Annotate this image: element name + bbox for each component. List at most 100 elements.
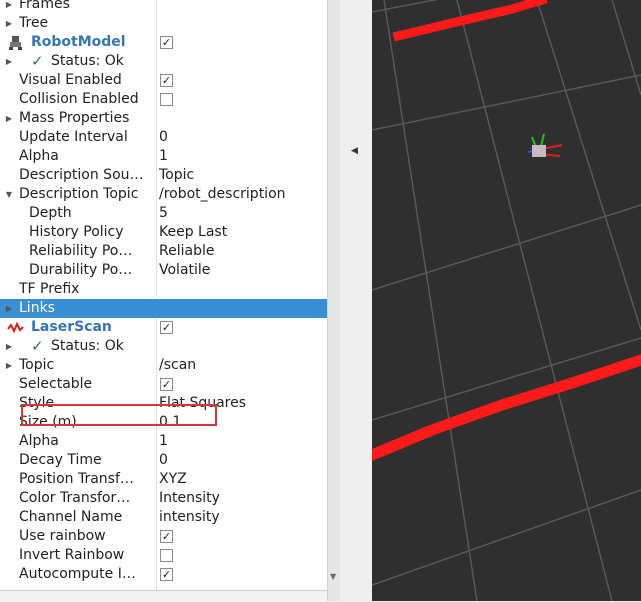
property-name: Status: Ok bbox=[51, 338, 124, 354]
property-row[interactable]: ▶ Topic/scan bbox=[0, 356, 327, 375]
property-name: Visual Enabled bbox=[19, 72, 122, 88]
expand-right-arrow-icon[interactable]: ▶ bbox=[4, 299, 14, 318]
property-name: Color Transfor… bbox=[19, 490, 131, 506]
property-name: Frames bbox=[19, 0, 70, 12]
property-row[interactable]: Channel Name intensity bbox=[0, 508, 327, 527]
panel-bottom-bar bbox=[0, 590, 327, 602]
property-row[interactable]: Alpha 1 bbox=[0, 432, 327, 451]
property-value[interactable]: 5 bbox=[159, 204, 319, 223]
grid-line bbox=[372, 489, 641, 586]
checkbox-unchecked[interactable] bbox=[160, 93, 173, 106]
property-row[interactable]: Color Transfor… Intensity bbox=[0, 489, 327, 508]
tree-item-frames[interactable]: ▶ Frames bbox=[0, 0, 327, 14]
grid-line bbox=[372, 204, 641, 291]
property-name: Autocompute I… bbox=[19, 566, 136, 582]
grid-line bbox=[456, 0, 613, 601]
property-name: LaserScan bbox=[31, 319, 112, 335]
grid-line bbox=[372, 74, 641, 131]
property-row[interactable]: Update Interval 0 bbox=[0, 128, 327, 147]
property-value[interactable]: Topic bbox=[159, 166, 319, 185]
property-row[interactable]: Use rainbow ✓ bbox=[0, 527, 327, 546]
property-row[interactable]: Durability Po… Volatile bbox=[0, 261, 327, 280]
panel-splitter[interactable]: ◀ bbox=[340, 0, 372, 601]
property-name: Links bbox=[19, 300, 55, 316]
checkbox-checked[interactable]: ✓ bbox=[160, 36, 173, 49]
property-name: Tree bbox=[19, 15, 49, 31]
3d-viewport[interactable] bbox=[372, 0, 641, 601]
grid-line bbox=[536, 0, 641, 331]
property-name: Topic bbox=[19, 357, 55, 373]
collapse-left-arrow-icon[interactable]: ◀ bbox=[351, 146, 358, 156]
property-value[interactable]: 1 bbox=[159, 147, 319, 166]
property-row[interactable]: History Policy Keep Last bbox=[0, 223, 327, 242]
property-row[interactable]: ▶ Mass Properties bbox=[0, 109, 327, 128]
checkmark-icon: ✓ bbox=[31, 337, 44, 355]
property-value[interactable]: intensity bbox=[159, 508, 319, 527]
tree-item-tree[interactable]: ▶ Tree bbox=[0, 14, 327, 33]
property-value[interactable]: 0 bbox=[159, 451, 319, 470]
property-value[interactable]: Volatile bbox=[159, 261, 319, 280]
property-row[interactable]: Reliability Po… Reliable bbox=[0, 242, 327, 261]
laser-wave-icon bbox=[7, 318, 25, 337]
expand-right-arrow-icon[interactable]: ▶ bbox=[4, 52, 14, 71]
property-value[interactable]: 1 bbox=[159, 432, 319, 451]
status-row[interactable]: ▶ ✓ Status: Ok bbox=[0, 52, 327, 71]
property-name: Description Topic bbox=[19, 186, 139, 202]
property-name: Position Transf… bbox=[19, 471, 134, 487]
checkbox-checked[interactable]: ✓ bbox=[160, 321, 173, 334]
property-row[interactable]: Visual Enabled ✓ bbox=[0, 71, 327, 90]
property-name: TF Prefix bbox=[19, 281, 80, 297]
expand-right-arrow-icon[interactable]: ▶ bbox=[4, 14, 14, 33]
displays-property-tree: ▶ Frames ▶ Tree RobotModel ✓ ▶ ✓ Status: Ok Visua… bbox=[0, 0, 327, 601]
property-value[interactable]: /robot_description bbox=[159, 185, 319, 204]
property-value[interactable]: XYZ bbox=[159, 470, 319, 489]
property-row[interactable]: Collision Enabled bbox=[0, 90, 327, 109]
checkmark-icon: ✓ bbox=[31, 52, 44, 70]
property-value[interactable]: /scan bbox=[159, 356, 319, 375]
property-row[interactable]: Depth 5 bbox=[0, 204, 327, 223]
viewport-scene bbox=[372, 0, 641, 601]
property-row[interactable]: Description Sou… Topic bbox=[0, 166, 327, 185]
property-name: Alpha bbox=[19, 433, 59, 449]
property-value[interactable]: Keep Last bbox=[159, 223, 319, 242]
property-row[interactable]: Position Transf… XYZ bbox=[0, 470, 327, 489]
display-robot-model[interactable]: RobotModel ✓ bbox=[0, 33, 327, 52]
property-row[interactable]: TF Prefix bbox=[0, 280, 327, 299]
property-name: Alpha bbox=[19, 148, 59, 164]
grid bbox=[372, 0, 641, 601]
property-row[interactable]: ▼ Description Topic/robot_description bbox=[0, 185, 327, 204]
property-name: Collision Enabled bbox=[19, 91, 139, 107]
display-laser-scan[interactable]: LaserScan ✓ bbox=[0, 318, 327, 337]
property-row[interactable]: Invert Rainbow bbox=[0, 546, 327, 565]
property-name: History Policy bbox=[29, 224, 124, 240]
property-value[interactable]: 0 bbox=[159, 128, 319, 147]
property-value[interactable]: Intensity bbox=[159, 489, 319, 508]
property-name: Channel Name bbox=[19, 509, 123, 525]
scroll-down-arrow-icon[interactable]: ▼ bbox=[330, 572, 336, 581]
checkbox-checked[interactable]: ✓ bbox=[160, 530, 173, 543]
expand-right-arrow-icon[interactable]: ▶ bbox=[4, 0, 14, 14]
property-name: Status: Ok bbox=[51, 53, 124, 69]
property-row[interactable]: Alpha 1 bbox=[0, 147, 327, 166]
property-name: Update Interval bbox=[19, 129, 128, 145]
laser-scan-points bbox=[372, 0, 641, 461]
expand-right-arrow-icon[interactable]: ▶ bbox=[4, 337, 14, 356]
vertical-scrollbar[interactable]: ▼ bbox=[327, 0, 340, 601]
status-row[interactable]: ▶ ✓ Status: Ok bbox=[0, 337, 327, 356]
checkbox-checked[interactable]: ✓ bbox=[160, 568, 173, 581]
expand-down-arrow-icon[interactable]: ▼ bbox=[4, 185, 14, 204]
checkbox-unchecked[interactable] bbox=[160, 549, 173, 562]
property-row[interactable]: Decay Time 0 bbox=[0, 451, 327, 470]
property-name: Durability Po… bbox=[29, 262, 133, 278]
property-name: Reliability Po… bbox=[29, 243, 133, 259]
property-row[interactable]: Autocompute I… ✓ bbox=[0, 565, 327, 584]
property-value[interactable]: Reliable bbox=[159, 242, 319, 261]
expand-right-arrow-icon[interactable]: ▶ bbox=[4, 109, 14, 128]
property-row[interactable]: ▶ Links bbox=[0, 299, 327, 318]
property-row[interactable]: Selectable ✓ bbox=[0, 375, 327, 394]
checkbox-checked[interactable]: ✓ bbox=[160, 378, 173, 391]
robot-axes-marker bbox=[527, 133, 563, 157]
checkbox-checked[interactable]: ✓ bbox=[160, 74, 173, 87]
expand-right-arrow-icon[interactable]: ▶ bbox=[4, 356, 14, 375]
property-name: RobotModel bbox=[31, 34, 126, 50]
